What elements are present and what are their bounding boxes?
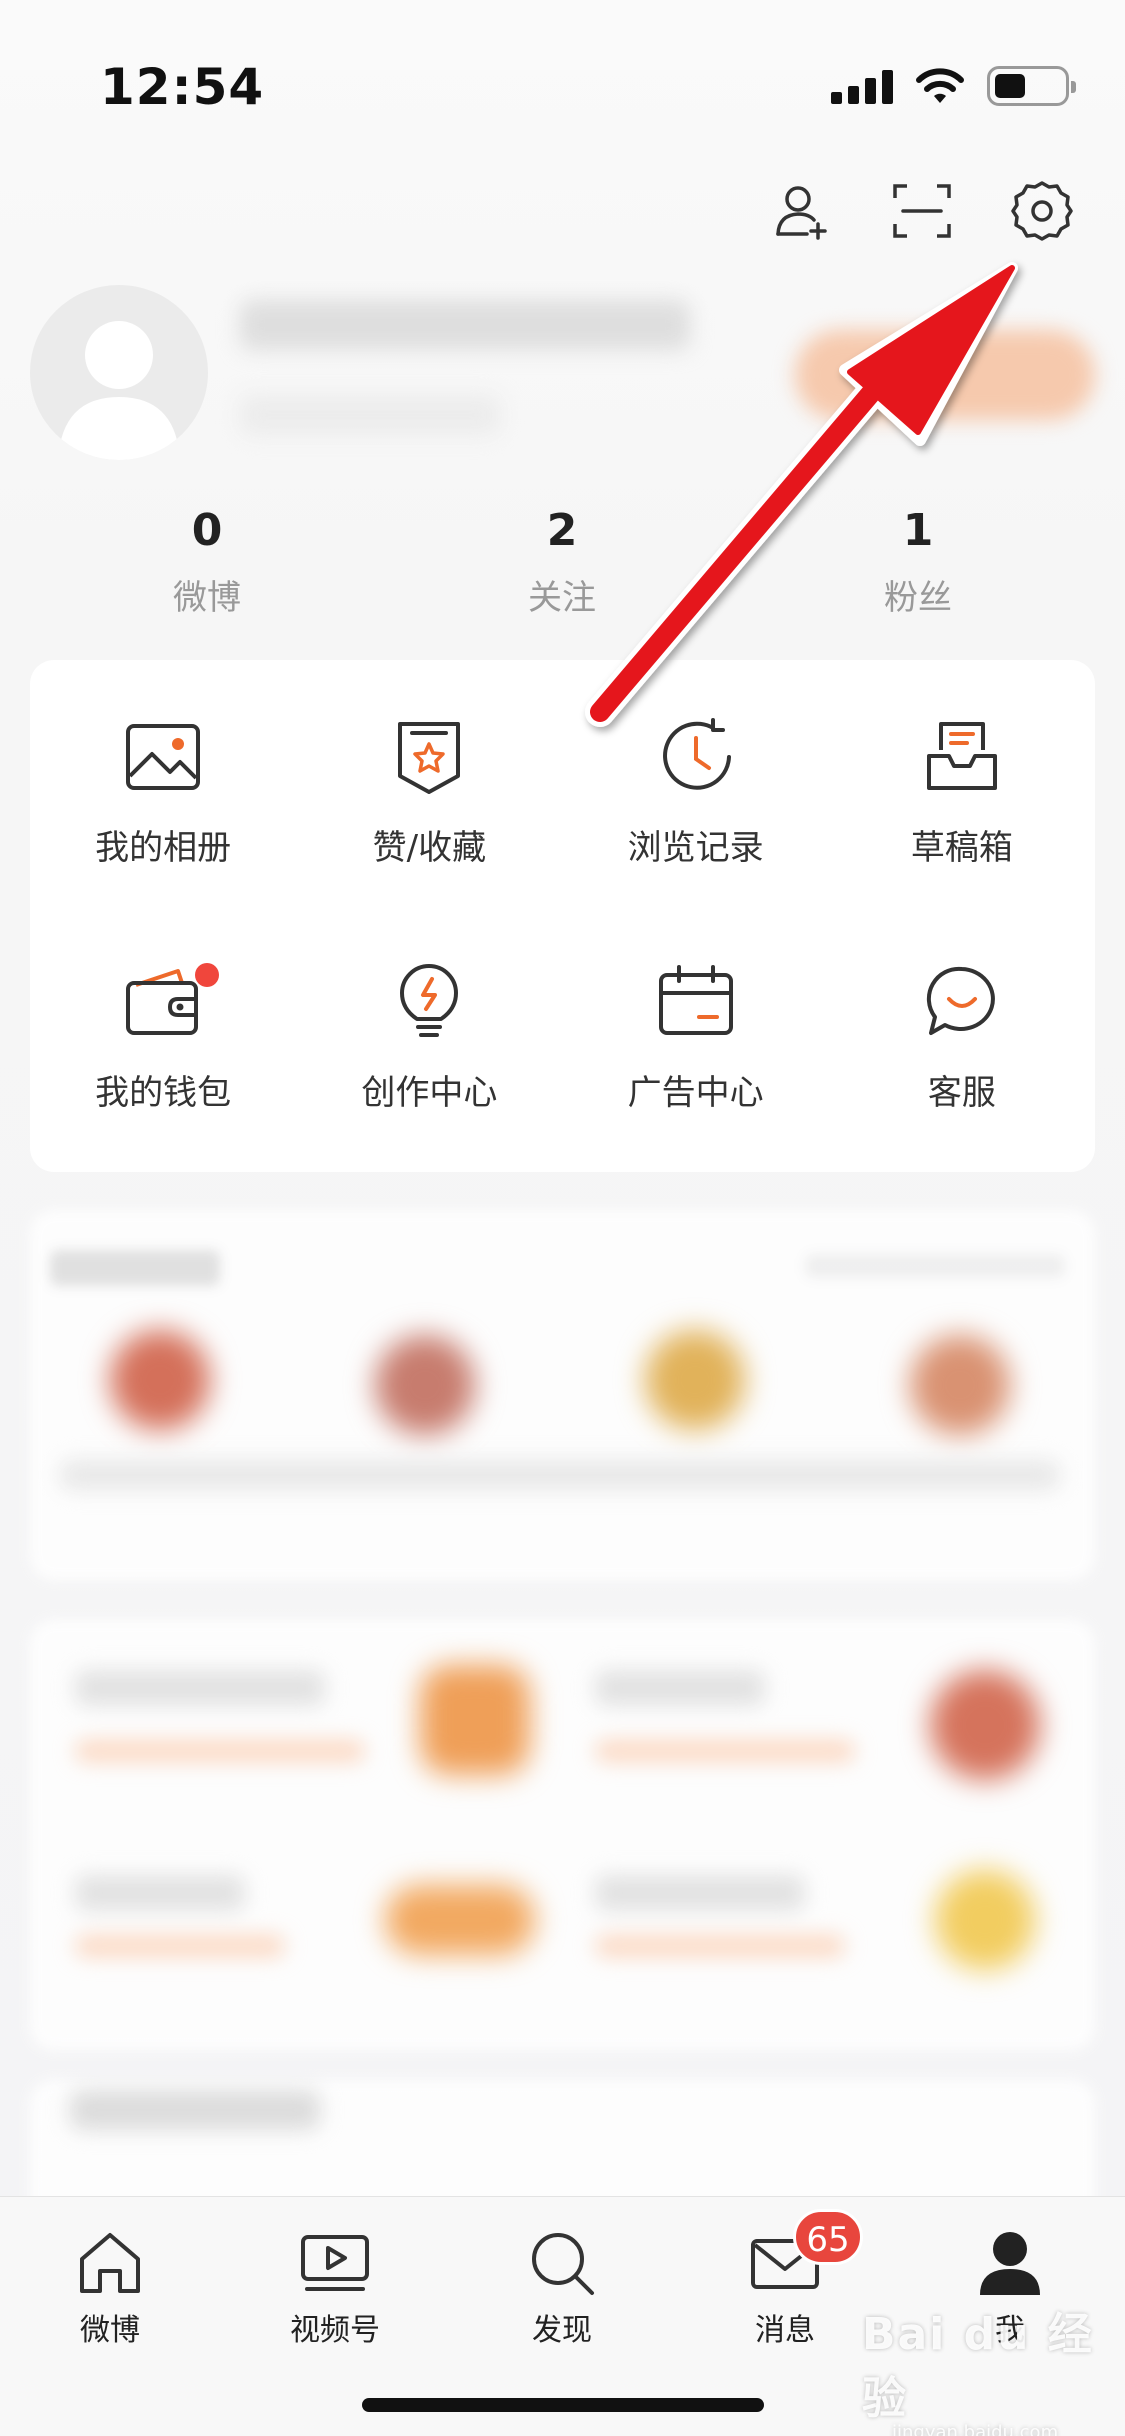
search-icon [532, 2233, 594, 2295]
stat-posts[interactable]: 0 微博 [107, 505, 307, 619]
top-actions [771, 180, 1073, 242]
blurred-avatar-4 [910, 1335, 1010, 1435]
drafts-icon [926, 722, 997, 790]
blurred-service-text-2 [595, 1670, 765, 1706]
status-icons [831, 66, 1076, 106]
blurred-service-image-2 [930, 1670, 1040, 1780]
stat-followers-count: 1 [902, 505, 934, 556]
battery-icon [987, 66, 1076, 106]
feature-creator-center[interactable]: 创作中心 [296, 915, 562, 1160]
blurred-bottom-title [70, 2090, 320, 2130]
tab-discover[interactable]: 发现 [482, 2227, 642, 2349]
feature-drafts[interactable]: 草稿箱 [829, 670, 1095, 915]
feature-favorites-label: 赞/收藏 [372, 828, 487, 868]
tab-messages[interactable]: 65 消息 [705, 2209, 865, 2349]
tab-video-label: 视频号 [290, 2313, 380, 2348]
feature-ad-center[interactable]: 广告中心 [563, 915, 829, 1160]
feature-album[interactable]: 我的相册 [30, 670, 296, 915]
profile-name-blurred [240, 300, 690, 350]
blurred-service-image-1 [420, 1665, 530, 1775]
cellular-signal-icon [831, 68, 893, 104]
profile-screen: 12:54 0 微博 2 关注 1 粉丝 我的相册 赞/收藏 浏览记录 草稿箱 … [0, 0, 1125, 2436]
settings-gear-icon[interactable] [1011, 180, 1073, 242]
feature-wallet[interactable]: 我的钱包 [30, 915, 296, 1160]
feature-history-label: 浏览记录 [627, 828, 764, 868]
stat-following-count: 2 [546, 505, 578, 556]
home-icon [80, 2233, 140, 2293]
feature-ad-center-label: 广告中心 [627, 1073, 764, 1113]
stat-followers-label: 粉丝 [884, 578, 952, 618]
vip-button-blurred[interactable] [795, 330, 1095, 420]
blurred-service-image-3 [385, 1885, 535, 1955]
tab-discover-label: 发现 [532, 2313, 592, 2348]
add-friend-icon[interactable] [771, 180, 833, 242]
history-icon [662, 718, 731, 790]
default-avatar-icon [58, 321, 180, 460]
album-icon [126, 724, 201, 790]
tab-video[interactable]: 视频号 [255, 2227, 415, 2349]
blurred-service-text-3 [75, 1875, 245, 1911]
messages-badge: 65 [793, 2209, 863, 2265]
feature-customer-service-label: 客服 [927, 1073, 996, 1113]
blurred-service-text-1 [75, 1670, 325, 1706]
calendar-icon [658, 965, 733, 1035]
tab-home-label: 微博 [80, 2313, 140, 2348]
blurred-service-sub-1 [75, 1740, 365, 1762]
blurred-caption-row [60, 1460, 1060, 1490]
chat-icon [926, 966, 995, 1035]
scan-icon[interactable] [891, 180, 953, 242]
feature-drafts-label: 草稿箱 [910, 828, 1013, 868]
blurred-service-text-4 [595, 1875, 805, 1911]
blurred-service-image-4 [935, 1870, 1035, 1970]
baidu-jingyan-watermark: Bai du 经验 jingyan.baidu.com [862, 2298, 1125, 2436]
status-time: 12:54 [100, 58, 265, 116]
tab-home[interactable]: 微博 [30, 2227, 190, 2349]
blurred-avatar-2 [375, 1335, 475, 1435]
feature-album-label: 我的相册 [95, 828, 232, 868]
wallet-icon [126, 969, 199, 1035]
feature-customer-service[interactable]: 客服 [829, 915, 1095, 1160]
watermark-brand: Bai du 经验 [862, 2309, 1094, 2424]
blurred-service-sub-4 [595, 1935, 845, 1957]
favorite-icon [398, 722, 461, 794]
home-indicator [362, 2398, 764, 2412]
features-card: 我的相册 赞/收藏 浏览记录 草稿箱 我的钱包 创作中心 广告中心 客服 [30, 660, 1095, 1172]
wifi-icon [916, 68, 964, 103]
stat-following-label: 关注 [528, 578, 596, 618]
blurred-avatar-1 [110, 1330, 210, 1430]
avatar[interactable] [30, 285, 208, 460]
profile-subtitle-blurred [240, 395, 500, 435]
blurred-avatar-3 [645, 1330, 745, 1430]
video-icon [301, 2235, 369, 2291]
blurred-service-sub-3 [75, 1935, 285, 1957]
blurred-service-sub-2 [595, 1740, 855, 1762]
feature-creator-center-label: 创作中心 [361, 1073, 498, 1113]
feature-favorites[interactable]: 赞/收藏 [296, 670, 562, 915]
watermark-site: jingyan.baidu.com [892, 2422, 1059, 2436]
tab-messages-label: 消息 [755, 2313, 815, 2348]
feature-history[interactable]: 浏览记录 [563, 670, 829, 915]
stat-posts-count: 0 [191, 505, 223, 556]
stat-followers[interactable]: 1 粉丝 [818, 505, 1018, 619]
person-icon [980, 2232, 1040, 2295]
lightbulb-icon [400, 964, 459, 1037]
feature-wallet-label: 我的钱包 [95, 1073, 232, 1113]
wallet-notification-dot [195, 963, 219, 987]
stat-following[interactable]: 2 关注 [462, 505, 662, 619]
stat-posts-label: 微博 [173, 578, 241, 618]
